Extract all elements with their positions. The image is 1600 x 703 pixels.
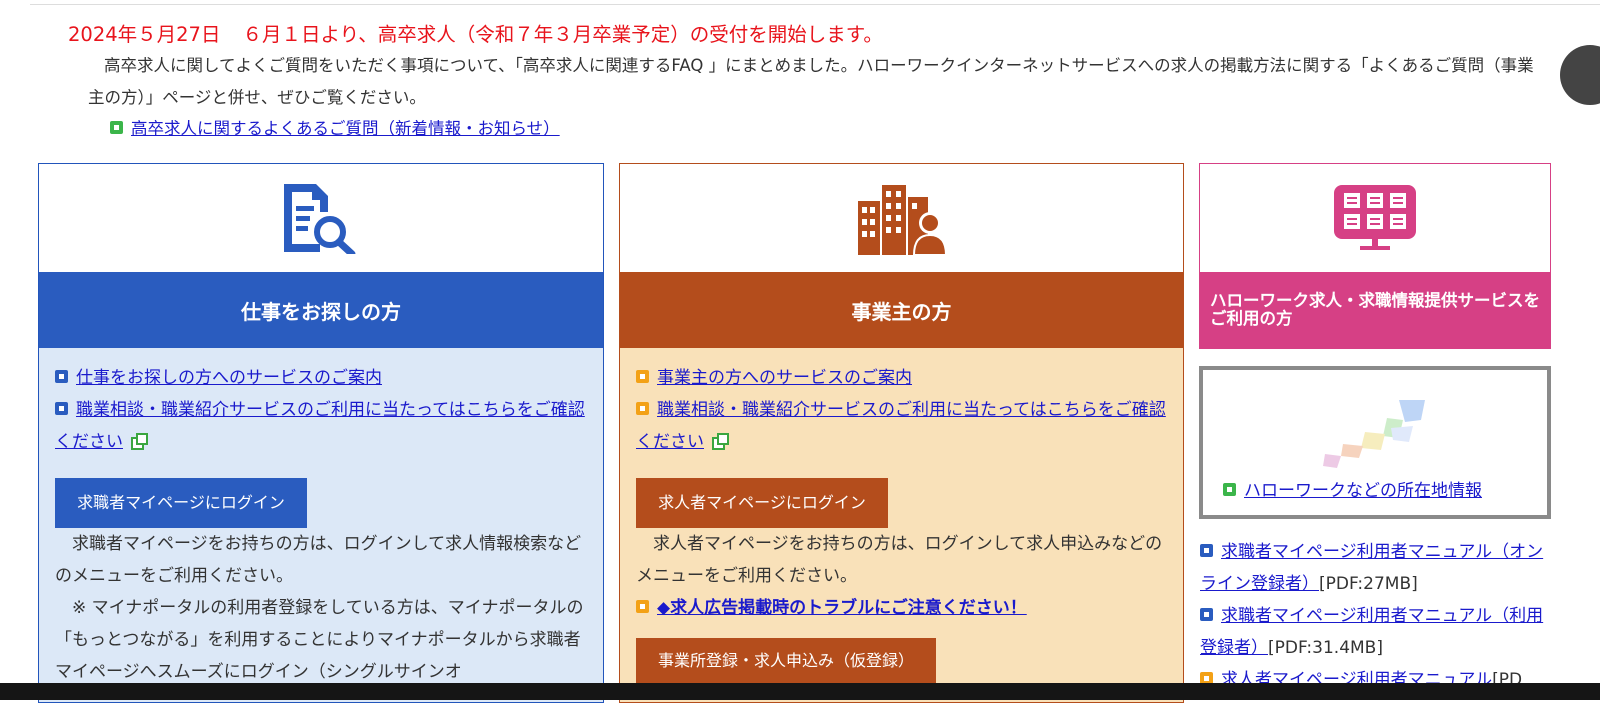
- monitor-grid-icon: [1334, 185, 1416, 250]
- manual-item: 求職者マイページ利用者マニュアル（利用登録者）[PDF:31.4MB]: [1200, 600, 1550, 664]
- news-date: 2024年５月27日: [68, 23, 221, 46]
- manual-item: 求職者マイページ利用者マニュアル（オンライン登録者）[PDF:27MB]: [1200, 536, 1550, 600]
- link-bullet-icon: [110, 121, 123, 134]
- employers-panel: 事業主の方 事業主の方へのサービスのご案内 職業相談・職業紹介サービスのご利用に…: [619, 163, 1184, 703]
- japan-map-icon: [1323, 400, 1425, 468]
- job-seekers-desc-2: ※ マイナポータルの利用者登録をしている方は、マイナポータルの「もっとつながる」…: [55, 598, 584, 682]
- news-headline: 2024年５月27日 ６月１日より、高卒求人（令和７年３月卒業予定）の受付を開始し…: [68, 18, 883, 47]
- manual-online-size: [PDF:27MB]: [1319, 574, 1418, 594]
- external-link-icon: [712, 433, 729, 450]
- job-seeker-login-button[interactable]: 求職者マイページにログイン: [55, 478, 307, 528]
- building-person-icon: [857, 185, 947, 255]
- job-seekers-service-link[interactable]: 仕事をお探しの方へのサービスのご案内: [76, 368, 382, 388]
- job-seekers-title: 仕事をお探しの方: [39, 272, 603, 348]
- job-seekers-desc-1: 求職者マイページをお持ちの方は、ログインして求人情報検索などのメニューをご利用く…: [55, 534, 582, 586]
- link-bullet-icon: [1223, 482, 1236, 496]
- top-divider: [30, 4, 1600, 5]
- manuals-list: 求職者マイページ利用者マニュアル（オンライン登録者）[PDF:27MB] 求職者…: [1200, 536, 1550, 696]
- job-seekers-content: 仕事をお探しの方へのサービスのご案内 職業相談・職業紹介サービスのご利用に当たっ…: [39, 348, 603, 688]
- job-seekers-panel: 仕事をお探しの方 仕事をお探しの方へのサービスのご案内 職業相談・職業紹介サービ…: [38, 163, 604, 703]
- employers-content: 事業主の方へのサービスのご案内 職業相談・職業紹介サービスのご利用に当たってはこ…: [620, 348, 1183, 688]
- employers-service-link[interactable]: 事業主の方へのサービスのご案内: [657, 368, 912, 388]
- faq-link-row: 高卒求人に関するよくあるご質問（新着情報・お知らせ）: [110, 115, 560, 139]
- office-locations-box[interactable]: ハローワークなどの所在地情報: [1199, 366, 1551, 519]
- link-bullet-icon: [636, 599, 649, 613]
- employers-icon-area: [620, 164, 1183, 272]
- employers-desc-1: 求人者マイページをお持ちの方は、ログインして求人申込みなどのメニューをご利用くだ…: [636, 534, 1163, 586]
- info-service-icon-area: [1200, 164, 1550, 272]
- employers-title: 事業主の方: [620, 272, 1183, 348]
- office-locations-row: ハローワークなどの所在地情報: [1223, 476, 1482, 501]
- link-bullet-icon: [55, 369, 68, 383]
- manual-registered-size: [PDF:31.4MB]: [1268, 638, 1383, 658]
- employer-register-button[interactable]: 事業所登録・求人申込み（仮登録）: [636, 638, 936, 688]
- bottom-bar: [0, 683, 1600, 700]
- news-title: ６月１日より、高卒求人（令和７年３月卒業予定）の受付を開始します。: [242, 23, 883, 46]
- office-locations-link[interactable]: ハローワークなどの所在地情報: [1244, 481, 1482, 501]
- employer-login-button[interactable]: 求人者マイページにログイン: [636, 478, 888, 528]
- faq-link[interactable]: 高卒求人に関するよくあるご質問（新着情報・お知らせ）: [131, 119, 560, 138]
- info-service-title: ハローワーク求人・求職情報提供サービスをご利用の方: [1200, 272, 1550, 348]
- news-body: 高卒求人に関してよくご質問をいただく事項について、「高卒求人に関連するFAQ 」…: [88, 56, 1534, 107]
- ad-trouble-warning-link[interactable]: ◆求人広告掲載時のトラブルにご注意ください！: [657, 598, 1027, 618]
- link-bullet-icon: [636, 401, 649, 415]
- external-link-icon: [131, 433, 148, 450]
- info-service-panel[interactable]: ハローワーク求人・求職情報提供サービスをご利用の方: [1199, 163, 1551, 349]
- job-seekers-icon-area: [39, 164, 603, 272]
- link-bullet-icon: [1200, 607, 1213, 621]
- scroll-handle[interactable]: [1560, 45, 1600, 105]
- link-bullet-icon: [55, 401, 68, 415]
- link-bullet-icon: [1200, 543, 1213, 557]
- document-search-icon: [284, 184, 356, 254]
- link-bullet-icon: [636, 369, 649, 383]
